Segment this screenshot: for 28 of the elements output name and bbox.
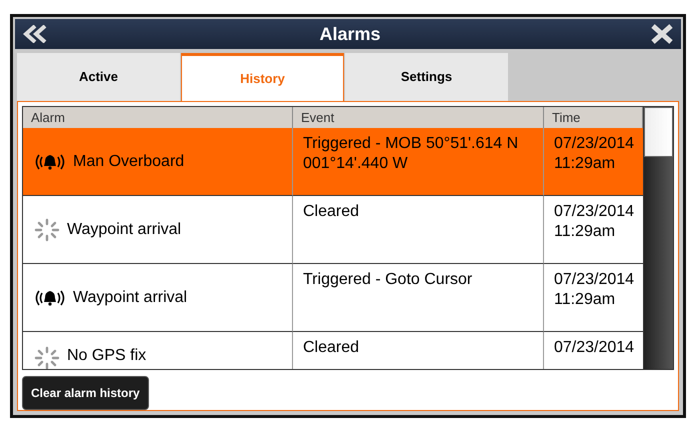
alarm-name: Waypoint arrival <box>73 288 188 308</box>
alarm-name: Waypoint arrival <box>67 220 182 240</box>
clear-history-button[interactable]: Clear alarm history <box>22 376 149 410</box>
spinner-icon <box>33 218 61 242</box>
table-cell: Triggered - Goto Cursor <box>293 264 544 332</box>
alarm-name: No GPS fix <box>67 346 146 366</box>
scrollbar[interactable] <box>643 107 673 369</box>
window-title: Alarms <box>319 22 381 46</box>
bell-icon <box>33 152 67 170</box>
table-cell: Cleared <box>293 332 544 369</box>
tab[interactable]: Active <box>17 53 180 101</box>
tab[interactable]: Settings <box>345 53 508 101</box>
scroll-thumb[interactable] <box>644 107 673 157</box>
table-cell: Cleared <box>293 196 544 264</box>
column-header[interactable]: Time <box>544 107 643 128</box>
bell-icon <box>33 288 67 306</box>
alarm-name: Man Overboard <box>73 152 184 172</box>
table-cell[interactable]: Waypoint arrival <box>23 264 293 332</box>
table-cell[interactable]: No GPS fix <box>23 332 293 369</box>
table-cell[interactable]: Waypoint arrival <box>23 196 293 264</box>
table-cell: 07/23/2014 11:29am <box>544 128 643 196</box>
close-icon[interactable] <box>651 24 673 44</box>
spinner-icon <box>33 346 61 369</box>
back-icon[interactable] <box>23 25 49 43</box>
table-cell: Triggered - MOB 50°51'.614 N 001°14'.440 W <box>293 128 544 196</box>
column-header[interactable]: Alarm <box>23 107 293 128</box>
column-header[interactable]: Event <box>293 107 544 128</box>
table-cell[interactable]: Man Overboard <box>23 128 293 196</box>
